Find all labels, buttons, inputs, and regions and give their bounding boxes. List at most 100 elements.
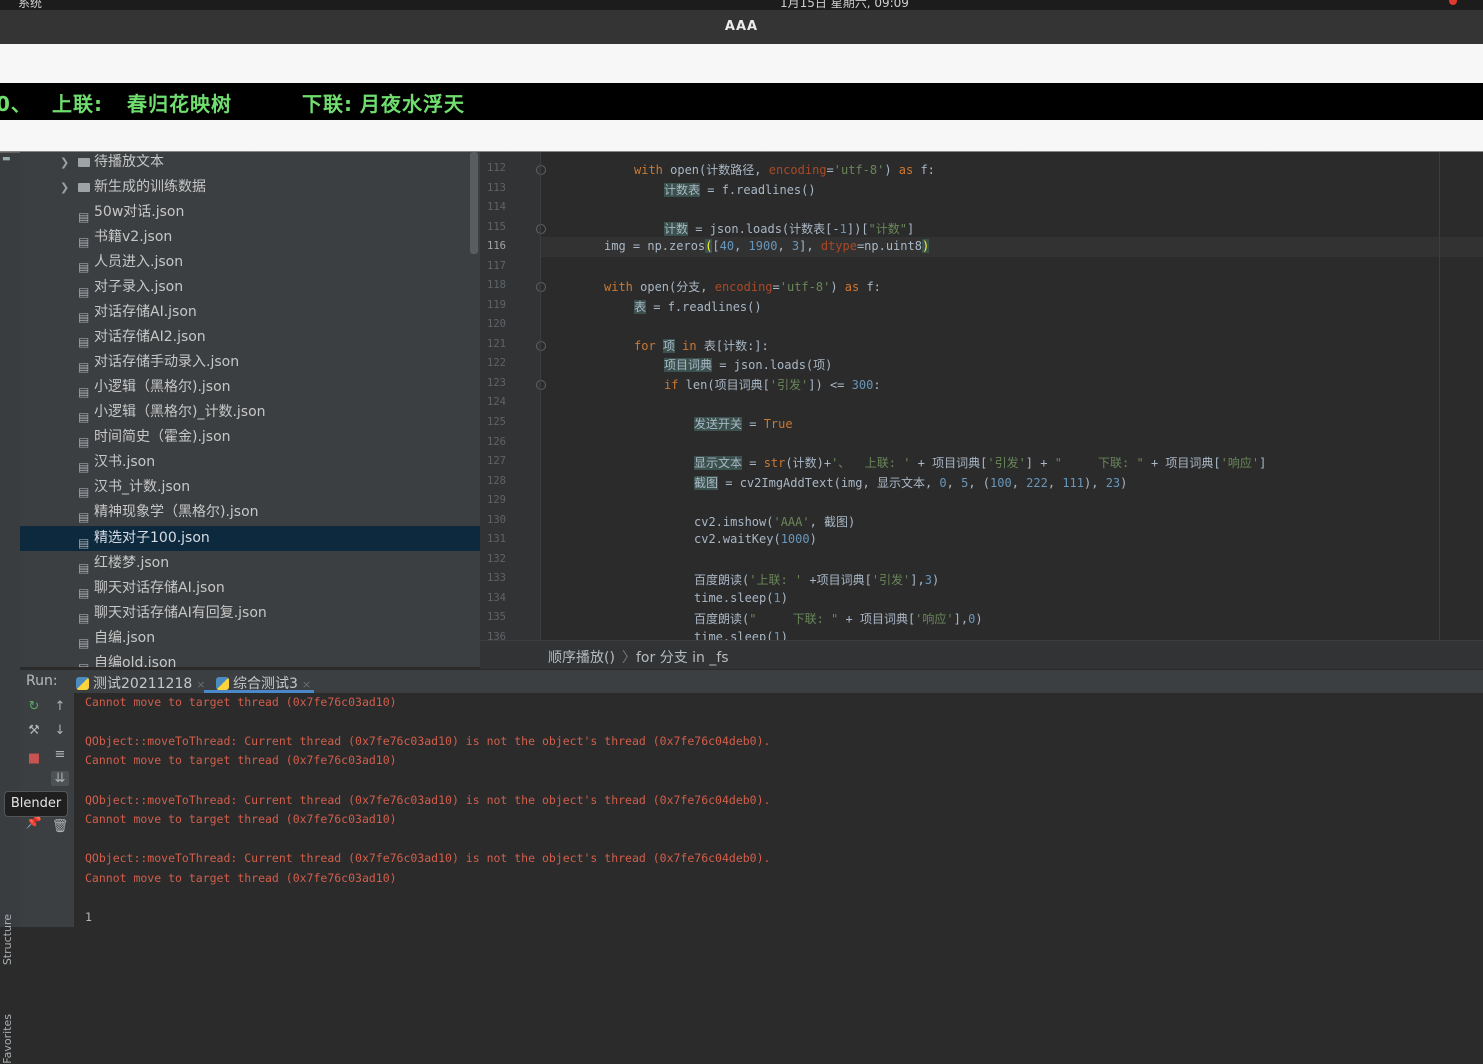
fold-marker-icon[interactable]: [536, 341, 546, 351]
tree-item-label: 对话存储AI2.json: [94, 329, 206, 345]
chevron-right-icon[interactable]: ❯: [60, 152, 69, 175]
fold-marker-icon[interactable]: [536, 224, 546, 234]
code-line: 截图 = cv2ImgAddText(img, 显示文本, 0, 5, (100…: [694, 476, 1128, 490]
console-line: Cannot move to target thread (0x7fe76c03…: [85, 812, 397, 826]
window-title: AAA: [724, 19, 759, 34]
lower-couplet-text: 月夜水浮天: [360, 92, 465, 116]
line-number: 121: [487, 338, 506, 350]
rerun-icon[interactable]: ↻: [25, 699, 43, 714]
trash-icon[interactable]: 🗑: [51, 819, 69, 834]
soft-wrap-icon[interactable]: ≡: [51, 747, 69, 762]
tree-item-label: 聊天对话存储AI.json: [94, 580, 225, 596]
console-line: QObject::moveToThread: Current thread (0…: [85, 851, 771, 865]
tree-file-item[interactable]: ▤ 书籍v2.json: [20, 225, 480, 250]
line-number: 126: [487, 436, 506, 448]
fold-marker-icon[interactable]: [536, 380, 546, 390]
tree-item-label: 新生成的训练数据: [94, 179, 206, 195]
breadcrumb-loop[interactable]: for 分支 in _fs: [636, 647, 729, 667]
code-line: with open(计数路径, encoding='utf-8') as f:: [634, 163, 935, 177]
tree-folder-item[interactable]: ❯ 新生成的训练数据: [20, 175, 480, 200]
tree-file-item[interactable]: ▤ 精神现象学（黑格尔).json: [20, 500, 480, 525]
tree-file-item[interactable]: ▤ 自编old.json: [20, 651, 480, 667]
tree-scrollbar[interactable]: [470, 152, 478, 254]
line-number: 118: [487, 279, 506, 291]
fold-marker-icon[interactable]: [536, 282, 546, 292]
fold-marker-icon[interactable]: [536, 165, 546, 175]
pin-icon[interactable]: 📌: [25, 815, 43, 830]
tree-item-label: 待播放文本: [94, 154, 164, 170]
line-number: 123: [487, 377, 506, 389]
project-folder-icon[interactable]: ▬: [2, 154, 16, 164]
wrench-icon[interactable]: ⚒: [25, 723, 43, 738]
favorites-tool-tab[interactable]: Favorites: [1, 1014, 14, 1064]
line-number: 130: [487, 514, 506, 526]
right-margin-guide: [1439, 152, 1440, 640]
tree-item-label: 汉书.json: [94, 454, 156, 470]
tree-item-label: 50w对话.json: [94, 204, 185, 220]
tree-file-item[interactable]: ▤ 汉书_计数.json: [20, 475, 480, 500]
tree-file-item[interactable]: ▤ 小逻辑（黑格尔)_计数.json: [20, 400, 480, 425]
tree-folder-item[interactable]: ❯ 待播放文本: [20, 152, 480, 175]
tree-file-item[interactable]: ▤ 对话存储AI.json: [20, 300, 480, 325]
run-console[interactable]: Cannot move to target thread (0x7fe76c03…: [75, 693, 1483, 927]
structure-tool-tab[interactable]: Structure: [1, 914, 14, 965]
upper-couplet-label: 上联:: [52, 92, 103, 116]
code-line: 发送开关 = True: [694, 417, 793, 431]
stop-icon[interactable]: ■: [25, 751, 43, 766]
arrow-down-icon[interactable]: ↓: [51, 723, 69, 738]
line-number-current: 116: [487, 240, 506, 252]
code-line: 项目词典 = json.loads(项): [664, 358, 833, 372]
chevron-right-icon[interactable]: ❯: [60, 175, 69, 200]
system-clock: 1月15日 星期六, 09:09: [780, 0, 909, 10]
tree-file-item[interactable]: ▤ 小逻辑（黑格尔).json: [20, 375, 480, 400]
console-line: QObject::moveToThread: Current thread (0…: [85, 734, 771, 748]
folder-icon: [78, 183, 90, 192]
breadcrumb-separator: 〉: [622, 650, 636, 666]
code-line: 百度朗读(" 下联: " + 项目词典['响应'],0): [694, 612, 983, 626]
code-line: with open(分支, encoding='utf-8') as f:: [604, 280, 881, 294]
run-label: Run:: [26, 673, 58, 689]
scroll-to-end-icon[interactable]: ⇊: [51, 771, 69, 786]
json-file-icon: ▤: [78, 656, 89, 667]
tree-file-item[interactable]: ▤ 对话存储AI2.json: [20, 325, 480, 350]
tree-item-label: 精选对子100.json: [94, 530, 210, 546]
code-line: 计数表 = f.readlines(): [664, 183, 816, 197]
code-line: if len(项目词典['引发']) <= 300:: [664, 378, 881, 392]
tree-file-item[interactable]: ▤ 汉书.json: [20, 450, 480, 475]
console-line: QObject::moveToThread: Current thread (0…: [85, 793, 771, 807]
tree-file-item[interactable]: ▤ 聊天对话存储AI.json: [20, 576, 480, 601]
run-tab-1[interactable]: 测试20211218 ×: [76, 673, 205, 693]
tree-file-item-selected[interactable]: ▤ 精选对子100.json: [20, 526, 480, 551]
tree-item-label: 人员进入.json: [94, 254, 184, 270]
tree-file-item[interactable]: ▤ 人员进入.json: [20, 250, 480, 275]
line-number: 128: [487, 475, 506, 487]
code-line: cv2.imshow('AAA', 截图): [694, 515, 856, 529]
tree-file-item[interactable]: ▤ 自编.json: [20, 626, 480, 651]
python-icon: [76, 677, 89, 690]
tree-file-item[interactable]: ▤ 红楼梦.json: [20, 551, 480, 576]
tree-file-item[interactable]: ▤ 对话存储手动录入.json: [20, 350, 480, 375]
line-number: 127: [487, 455, 506, 467]
tree-file-item[interactable]: ▤ 聊天对话存储AI有回复.json: [20, 601, 480, 626]
tree-item-label: 小逻辑（黑格尔).json: [94, 379, 231, 395]
tree-file-item[interactable]: ▤ 50w对话.json: [20, 200, 480, 225]
window-titlebar[interactable]: AAA: [0, 10, 1483, 45]
line-number: 136: [487, 631, 506, 640]
tree-file-item[interactable]: ▤ 时间简史（霍金).json: [20, 425, 480, 450]
tree-file-item[interactable]: ▤ 对子录入.json: [20, 275, 480, 300]
line-number: 117: [487, 260, 506, 272]
arrow-up-icon[interactable]: ↑: [51, 699, 69, 714]
code-line: for 项 in 表[计数:]:: [634, 339, 769, 353]
couplet-index: 0、: [0, 92, 32, 116]
breadcrumb-function[interactable]: 顺序播放(): [548, 647, 615, 667]
code-editor[interactable]: 112 113 114 115 116 117 118 119 120 121 …: [480, 152, 1483, 640]
code-line: 百度朗读('上联: ' +项目词典['引发'],3): [694, 573, 940, 587]
tree-item-label: 对话存储手动录入.json: [94, 354, 240, 370]
tree-item-label: 精神现象学（黑格尔).json: [94, 504, 259, 520]
editor-gutter: 112 113 114 115 116 117 118 119 120 121 …: [480, 152, 546, 640]
tree-item-label: 汉书_计数.json: [94, 479, 191, 495]
line-number: 114: [487, 201, 506, 213]
code-line: 表 = f.readlines(): [634, 300, 762, 314]
gutter-separator: [540, 152, 541, 640]
line-number: 129: [487, 494, 506, 506]
